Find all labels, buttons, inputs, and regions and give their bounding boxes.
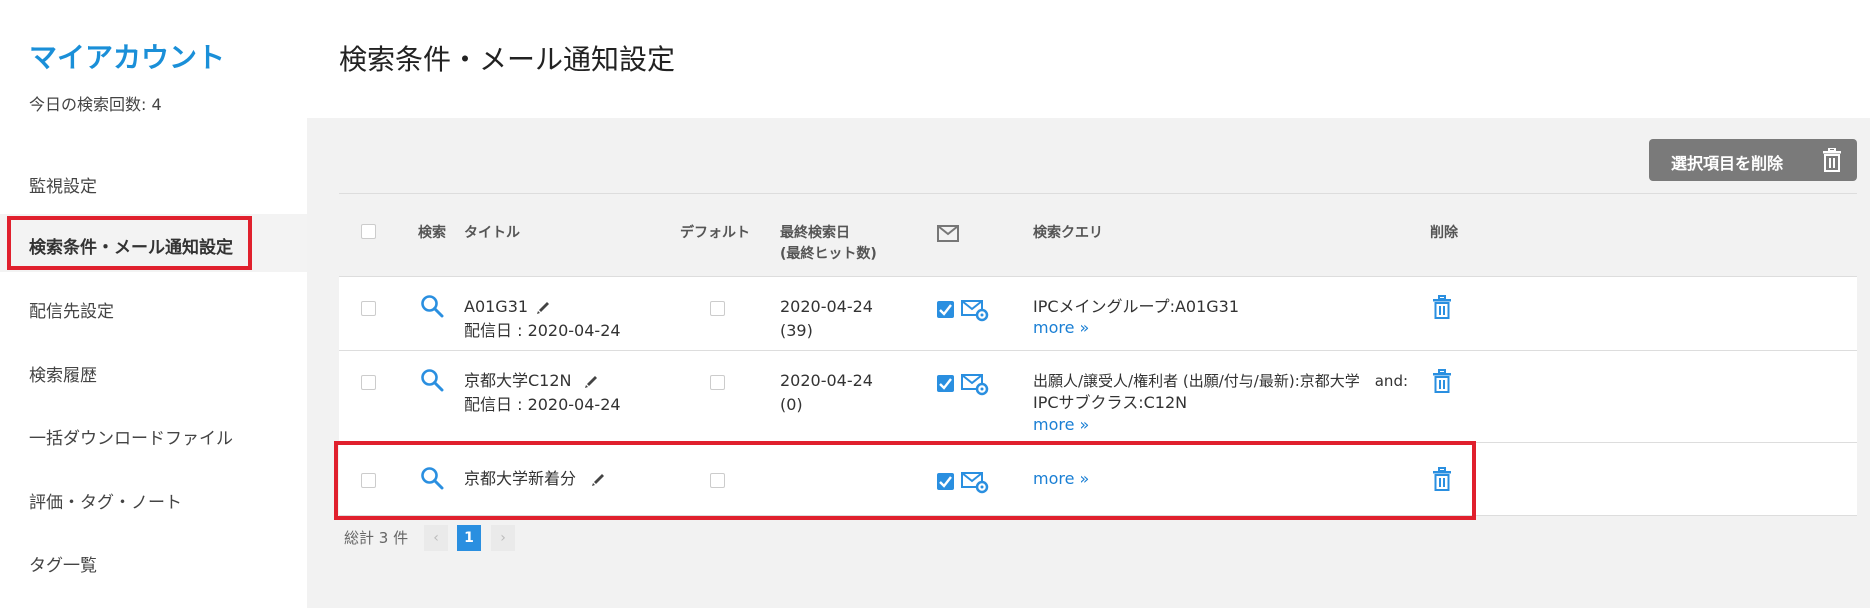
next-page-button[interactable]: ›	[491, 525, 515, 551]
trash-icon[interactable]	[1432, 369, 1452, 393]
mail-notify-checkbox[interactable]	[937, 301, 954, 318]
sidebar-item-search-history[interactable]: 検索履歴	[0, 342, 307, 400]
mail-icon	[937, 225, 959, 242]
row-title: A01G31	[464, 297, 529, 316]
check-icon	[939, 378, 952, 390]
default-checkbox[interactable]	[710, 375, 725, 390]
more-link[interactable]: more »	[1033, 318, 1089, 337]
row-delivery-date: 配信日 : 2020-04-24	[464, 395, 621, 414]
table-row: A01G31 配信日 : 2020-04-24 2020-04-24 (39) …	[339, 277, 1857, 351]
sidebar-title: マイアカウント	[29, 41, 226, 74]
table-header: 検索 タイトル デフォルト 最終検索日 (最終ヒット数) 検索クエリ 削除	[339, 193, 1857, 277]
sidebar-item-label: 評価・タグ・ノート	[29, 493, 182, 513]
header-last-search-date: 最終検索日	[780, 225, 850, 241]
row-query-line2: IPCサブクラス:C12N	[1033, 393, 1188, 412]
row-hit-count: (39)	[780, 321, 813, 340]
row-checkbox[interactable]	[361, 375, 376, 390]
header-default: デフォルト	[680, 225, 750, 241]
row-checkbox[interactable]	[361, 301, 376, 316]
delete-selected-button[interactable]: 選択項目を削除	[1649, 139, 1857, 181]
sidebar-item-label: 一括ダウンロードファイル	[29, 429, 233, 449]
page-1-button[interactable]: 1	[457, 525, 481, 551]
sidebar-item-label: タグ一覧	[29, 556, 97, 576]
mail-notify-checkbox[interactable]	[937, 375, 954, 392]
sidebar: マイアカウント 今日の検索回数: 4 監視設定 検索条件・メール通知設定 配信先…	[0, 0, 307, 608]
mail-settings-icon[interactable]	[961, 372, 989, 396]
trash-icon	[1823, 148, 1841, 172]
table-row: 京都大学C12N 配信日 : 2020-04-24 2020-04-24 (0)…	[339, 351, 1857, 443]
more-link[interactable]: more »	[1033, 415, 1089, 434]
pencil-icon[interactable]	[584, 373, 600, 389]
total-count: 総計 3 件	[344, 529, 409, 547]
highlight-box-row	[334, 441, 1476, 520]
header-delete: 削除	[1430, 225, 1458, 241]
delete-selected-label: 選択項目を削除	[1671, 154, 1784, 173]
header-title: タイトル	[464, 225, 520, 241]
sidebar-item-label: 検索履歴	[29, 366, 97, 386]
row-hit-count: (0)	[780, 395, 803, 414]
sidebar-item-label: 監視設定	[29, 177, 97, 197]
pencil-icon[interactable]	[536, 299, 552, 315]
select-all-checkbox[interactable]	[361, 224, 376, 239]
sidebar-item-tag-list[interactable]: タグ一覧	[0, 532, 307, 590]
sidebar-item-bulk-download[interactable]: 一括ダウンロードファイル	[0, 405, 307, 463]
sidebar-item-delivery-settings[interactable]: 配信先設定	[0, 278, 307, 336]
sidebar-item-label: 配信先設定	[29, 302, 114, 322]
row-last-date: 2020-04-24	[780, 371, 873, 390]
header-search: 検索	[418, 225, 446, 241]
check-icon	[939, 304, 952, 316]
search-count: 今日の検索回数: 4	[29, 95, 162, 114]
page-title: 検索条件・メール通知設定	[339, 43, 676, 76]
default-checkbox[interactable]	[710, 301, 725, 316]
row-query: IPCメイングループ:A01G31	[1033, 297, 1240, 316]
search-icon[interactable]	[420, 368, 444, 392]
header-query: 検索クエリ	[1033, 225, 1103, 241]
header-last-hit-count: (最終ヒット数)	[780, 246, 877, 262]
search-icon[interactable]	[420, 294, 444, 318]
row-title: 京都大学C12N	[464, 371, 572, 390]
sidebar-item-monitor-settings[interactable]: 監視設定	[0, 153, 307, 211]
prev-page-button[interactable]: ‹	[424, 525, 448, 551]
mail-settings-icon[interactable]	[961, 298, 989, 322]
row-query: 出願人/譲受人/権利者 (出願/付与/最新):京都大学 and:	[1033, 372, 1409, 390]
row-last-date: 2020-04-24	[780, 297, 873, 316]
sidebar-item-rating-tag-note[interactable]: 評価・タグ・ノート	[0, 469, 307, 527]
trash-icon[interactable]	[1432, 295, 1452, 319]
highlight-box-sidebar	[7, 216, 252, 270]
row-delivery-date: 配信日 : 2020-04-24	[464, 321, 621, 340]
